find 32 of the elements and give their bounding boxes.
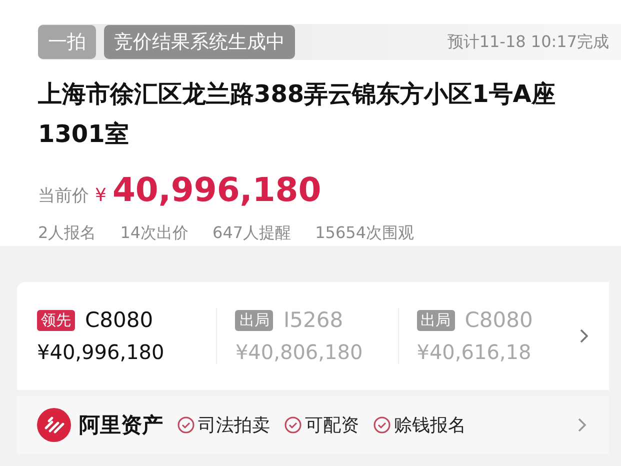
platform-logo-icon [37,408,71,442]
auction-status-tag: 竞价结果系统生成中 [104,25,295,59]
bid-list-card[interactable]: 领先 C8080 ¥40,996,180 出局 I5268 ¥40,806,180 出局 C8080 ¥40,616,18 [17,282,609,390]
platform-feature: 可配资 [305,414,359,437]
currency-symbol: ¥ [95,185,106,206]
check-circle-icon [177,416,195,434]
check-circle-icon [373,416,391,434]
chevron-right-icon[interactable] [579,328,589,344]
chevron-right-icon[interactable] [577,417,587,433]
auction-stat: 2人报名 [38,223,96,244]
current-price-label: 当前价 [38,185,89,207]
platform-feature: 赊钱报名 [394,414,466,437]
platform-feature: 司法拍卖 [198,414,270,437]
current-price: 40,996,180 [112,170,322,209]
bid-status-badge: 领先 [37,310,75,330]
platform-bar[interactable]: 阿里资产 司法拍卖 可配资 赊钱报名 [17,396,609,454]
platform-name: 阿里资产 [79,412,163,439]
bidder-code: C8080 [464,308,533,332]
auction-round-tag: 一拍 [38,25,96,59]
bidder-code: I5268 [283,308,344,332]
bid-amount: ¥40,806,180 [235,340,364,364]
auction-stat: 15654次围观 [315,223,414,244]
bid-status-badge: 出局 [235,310,274,330]
bidder-code: C8080 [85,308,154,332]
check-circle-icon [284,416,302,434]
bid-amount: ¥40,616,18 [416,340,532,364]
auction-stat: 14次出价 [120,223,189,244]
bid-amount: ¥40,996,180 [37,340,166,364]
property-address-title: 上海市徐汇区龙兰路388弄云锦东方小区1号A座1301室 [38,79,556,150]
auction-stat: 647人提醒 [212,223,292,244]
estimated-completion-time: 预计11-18 10:17完成 [447,32,609,52]
bid-status-badge: 出局 [416,310,455,330]
